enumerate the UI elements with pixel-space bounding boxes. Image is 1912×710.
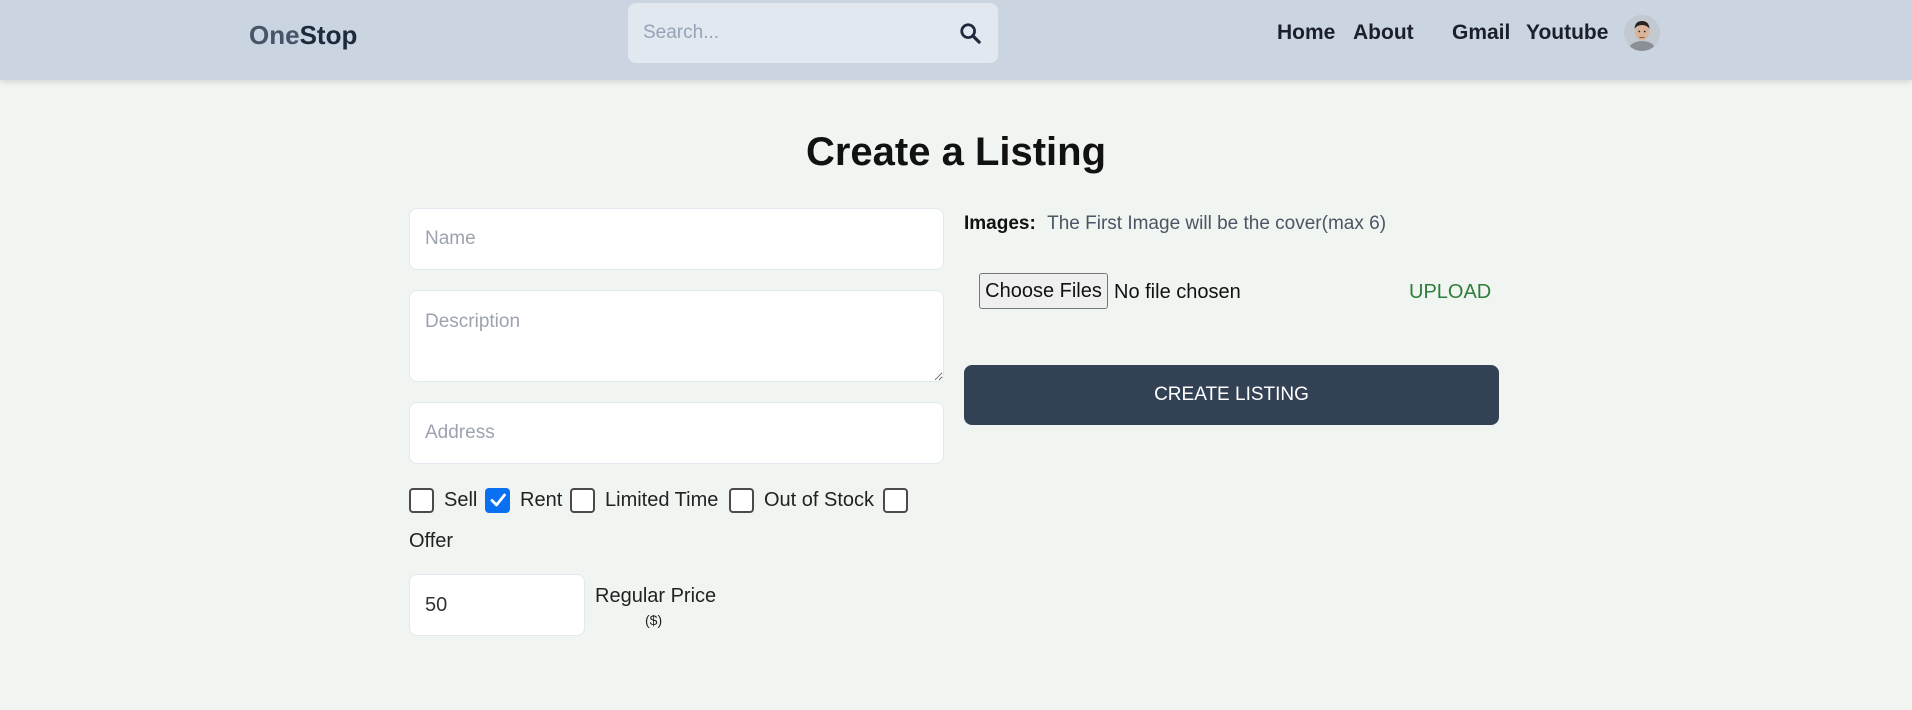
site-logo[interactable]: OneStop (249, 20, 357, 50)
logo-part-one: One (249, 20, 300, 50)
price-currency-unit: ($) (645, 612, 663, 628)
description-field[interactable] (409, 290, 944, 382)
regular-price-label: Regular Price (595, 585, 717, 607)
checkbox-rent[interactable]: Rent (485, 486, 562, 514)
user-avatar[interactable] (1624, 15, 1660, 51)
out-of-stock-label: Out of Stock (764, 489, 875, 511)
regular-price-input[interactable] (409, 574, 585, 636)
choose-files-button[interactable]: Choose Files (979, 273, 1108, 309)
rent-label: Rent (520, 489, 563, 511)
logo-part-two: Stop (299, 20, 358, 50)
sell-label: Sell (444, 489, 478, 511)
checkbox-out-of-stock[interactable]: Out of Stock (729, 486, 874, 514)
search-input[interactable] (628, 3, 948, 63)
search-bar (628, 3, 998, 63)
rent-checkbox[interactable] (485, 487, 510, 513)
nav-youtube-link[interactable]: Youtube (1526, 20, 1608, 46)
search-button[interactable] (950, 13, 990, 53)
upload-button[interactable]: UPLOAD (1409, 280, 1491, 304)
checkbox-limited-time[interactable]: Limited Time (570, 486, 718, 514)
name-field[interactable] (409, 208, 944, 270)
limited-time-checkbox[interactable] (570, 487, 595, 513)
offer-checkbox[interactable] (883, 487, 908, 513)
checkbox-sell[interactable]: Sell (409, 486, 477, 514)
images-hint: The First Image will be the cover(max 6) (1047, 213, 1387, 234)
create-listing-button[interactable]: CREATE LISTING (964, 365, 1499, 425)
sell-checkbox[interactable] (409, 487, 434, 513)
top-navbar: OneStop Home About Gmail Youtube (0, 0, 1912, 80)
checkbox-offer[interactable] (883, 486, 908, 514)
check-icon (490, 493, 506, 507)
address-field[interactable] (409, 402, 944, 464)
user-avatar-icon (1624, 15, 1660, 51)
offer-label: Offer (409, 530, 454, 552)
nav-about-link[interactable]: About (1353, 20, 1414, 46)
search-icon (960, 23, 981, 44)
images-label: Images: (964, 213, 1036, 234)
page-title: Create a Listing (805, 130, 1107, 174)
out-of-stock-checkbox[interactable] (729, 487, 754, 513)
nav-gmail-link[interactable]: Gmail (1452, 20, 1510, 46)
nav-home-link[interactable]: Home (1277, 20, 1335, 46)
limited-time-label: Limited Time (605, 489, 719, 511)
images-heading: Images: The First Image will be the cove… (964, 212, 1386, 236)
file-status-text: No file chosen (1114, 281, 1241, 303)
